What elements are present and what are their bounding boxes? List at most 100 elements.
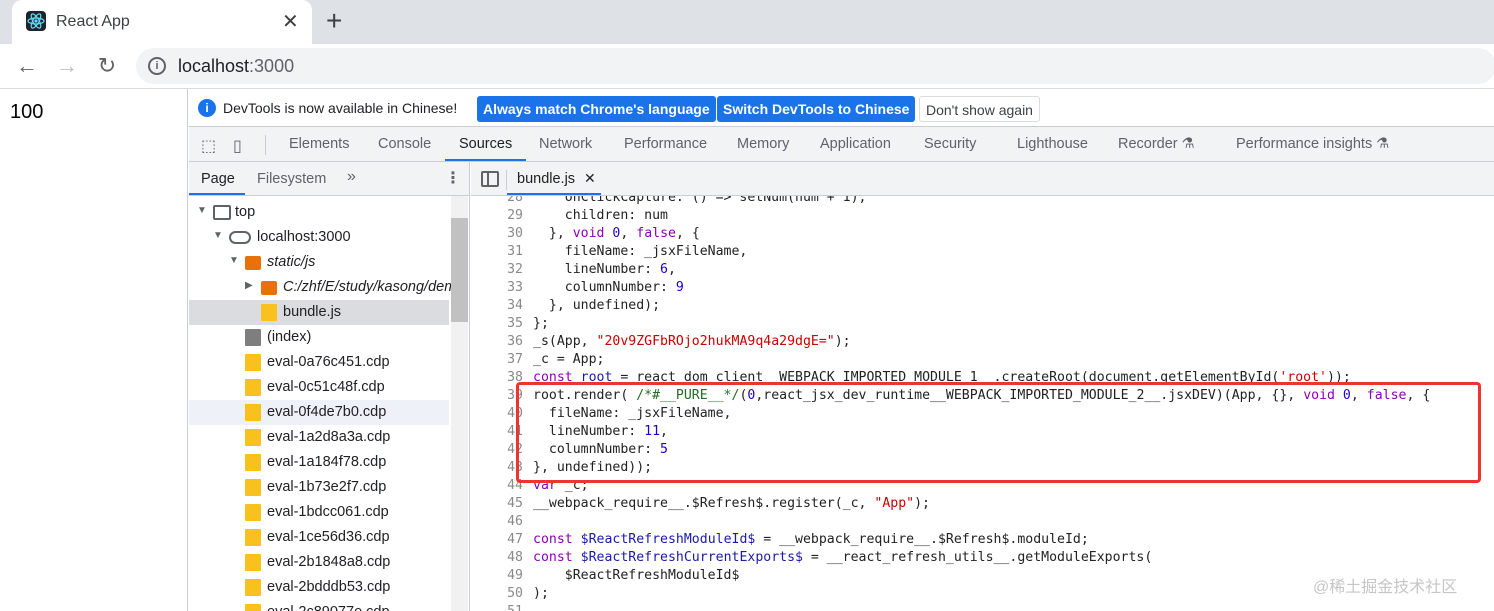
code-line[interactable]: 36 _s(App, "20v9ZGFbROjo2hukMA9q4a29dgE="… xyxy=(471,333,1494,351)
tab-performance[interactable]: Performance xyxy=(624,136,707,152)
tab-title: React App xyxy=(56,13,130,30)
tab-lighthouse[interactable]: Lighthouse xyxy=(1017,136,1088,152)
tab-console[interactable]: Console xyxy=(378,136,431,152)
tree-item[interactable]: (index) xyxy=(189,325,449,350)
line-number[interactable]: 51 xyxy=(471,603,523,611)
device-toolbar-icon[interactable]: ▯ xyxy=(233,136,242,156)
inspect-element-icon[interactable]: ⬚ xyxy=(201,136,216,156)
line-number[interactable]: 50 xyxy=(471,585,523,603)
line-number[interactable]: 30 xyxy=(471,225,523,243)
tree-item[interactable]: eval-0f4de7b0.cdp xyxy=(189,400,449,425)
code-line[interactable]: 37 _c = App; xyxy=(471,351,1494,369)
page-counter-text[interactable]: 100 xyxy=(10,101,43,124)
tab-close-icon[interactable]: ✕ xyxy=(282,9,299,34)
tree-item[interactable]: ▼ localhost:3000 xyxy=(189,225,449,250)
switch-to-chinese-button[interactable]: Switch DevTools to Chinese xyxy=(717,96,916,122)
address-bar[interactable]: i localhost:3000 xyxy=(136,48,1494,84)
tree-item[interactable]: eval-2bdddb53.cdp xyxy=(189,575,449,600)
forward-button[interactable]: → xyxy=(52,52,82,80)
code-line[interactable]: 46 xyxy=(471,513,1494,531)
tree-item[interactable]: eval-1b73e2f7.cdp xyxy=(189,475,449,500)
code-line[interactable]: 34 }, undefined); xyxy=(471,297,1494,315)
tree-item[interactable]: eval-1a2d8a3a.cdp xyxy=(189,425,449,450)
tree-item[interactable]: ▼ top xyxy=(189,200,449,225)
line-number[interactable]: 46 xyxy=(471,513,523,531)
line-number[interactable]: 35 xyxy=(471,315,523,333)
tab-filesystem[interactable]: Filesystem xyxy=(257,171,326,187)
line-number[interactable]: 37 xyxy=(471,351,523,369)
expanded-arrow-icon[interactable]: ▼ xyxy=(229,255,239,266)
tab-security[interactable]: Security xyxy=(924,136,976,152)
tab-application[interactable]: Application xyxy=(820,136,891,152)
line-number[interactable]: 32 xyxy=(471,261,523,279)
separator xyxy=(506,170,507,190)
editor-tab-bundle-js[interactable]: bundle.js xyxy=(517,171,575,187)
line-number[interactable]: 47 xyxy=(471,531,523,549)
script-file-icon xyxy=(245,404,261,421)
script-file-icon xyxy=(245,454,261,471)
line-number[interactable]: 36 xyxy=(471,333,523,351)
code-line[interactable]: 35}; xyxy=(471,315,1494,333)
tab-performance-insights[interactable]: Performance insights ⚗ xyxy=(1236,136,1389,152)
tab-elements[interactable]: Elements xyxy=(289,136,349,152)
code-line[interactable]: 33 columnNumber: 9 xyxy=(471,279,1494,297)
new-tab-button[interactable]: + xyxy=(326,6,342,36)
folder-icon xyxy=(245,256,261,270)
collapsed-arrow-icon[interactable]: ▶ xyxy=(245,280,253,291)
code-line[interactable]: 45 __webpack_require__.$Refresh$.register… xyxy=(471,495,1494,513)
more-tabs-icon[interactable]: » xyxy=(347,168,356,186)
code-line[interactable]: 31 fileName: _jsxFileName, xyxy=(471,243,1494,261)
code-line[interactable]: 32 lineNumber: 6, xyxy=(471,261,1494,279)
code-line[interactable]: 51 xyxy=(471,603,1494,611)
tree-item[interactable]: eval-1ce56d36.cdp xyxy=(189,525,449,550)
code-line[interactable]: 48 const $ReactRefreshCurrentExports$ = _… xyxy=(471,549,1494,567)
devtools-infobar: i DevTools is now available in Chinese! … xyxy=(189,89,1494,127)
line-number[interactable]: 29 xyxy=(471,207,523,225)
expanded-arrow-icon[interactable]: ▼ xyxy=(213,230,223,241)
tree-item[interactable]: eval-1bdcc061.cdp xyxy=(189,500,449,525)
code-line[interactable]: 28 onClickCapture: () => setNum(num + 1)… xyxy=(471,196,1494,207)
tree-item[interactable]: eval-2b1848a8.cdp xyxy=(189,550,449,575)
line-number[interactable]: 34 xyxy=(471,297,523,315)
code-text: $ReactRefreshModuleId$ xyxy=(533,568,740,583)
tab-network[interactable]: Network xyxy=(539,136,592,152)
line-number[interactable]: 45 xyxy=(471,495,523,513)
code-text: fileName: _jsxFileName, xyxy=(533,244,748,259)
browser-tab[interactable]: React App ✕ xyxy=(12,0,312,44)
code-line[interactable]: 29 children: num xyxy=(471,207,1494,225)
tab-memory[interactable]: Memory xyxy=(737,136,789,152)
tree-item[interactable]: bundle.js xyxy=(189,300,449,325)
tab-page[interactable]: Page xyxy=(201,171,235,187)
reload-button[interactable]: ↻ xyxy=(92,52,122,80)
line-number[interactable]: 49 xyxy=(471,567,523,585)
tree-item[interactable]: eval-1a184f78.cdp xyxy=(189,450,449,475)
tab-sources[interactable]: Sources xyxy=(459,136,512,152)
expanded-arrow-icon[interactable]: ▼ xyxy=(197,205,207,216)
toggle-navigator-icon[interactable] xyxy=(481,171,499,187)
always-match-language-button[interactable]: Always match Chrome's language xyxy=(477,96,716,122)
more-options-icon[interactable]: ⋮ xyxy=(445,168,461,188)
tree-scrollbar-thumb[interactable] xyxy=(451,218,468,322)
tree-item[interactable]: eval-2c89077e.cdp xyxy=(189,600,449,611)
tab-recorder[interactable]: Recorder ⚗ xyxy=(1118,136,1195,152)
tree-item-label: eval-2bdddb53.cdp xyxy=(267,579,391,595)
active-tab-indicator xyxy=(189,193,245,195)
code-line[interactable]: 47 const $ReactRefreshModuleId$ = __webpa… xyxy=(471,531,1494,549)
tree-item[interactable]: ▼ static/js xyxy=(189,250,449,275)
tree-item[interactable]: eval-0a76c451.cdp xyxy=(189,350,449,375)
code-text: }; xyxy=(533,316,549,331)
close-editor-tab-icon[interactable]: ✕ xyxy=(584,170,596,187)
dont-show-again-button[interactable]: Don't show again xyxy=(919,96,1040,122)
code-line[interactable]: 30 }, void 0, false, { xyxy=(471,225,1494,243)
back-button[interactable]: ← xyxy=(12,52,42,80)
line-number[interactable]: 31 xyxy=(471,243,523,261)
code-text: }, void 0, false, { xyxy=(533,226,700,241)
line-number[interactable]: 48 xyxy=(471,549,523,567)
site-info-icon[interactable]: i xyxy=(148,57,166,75)
line-number[interactable]: 33 xyxy=(471,279,523,297)
tree-item[interactable]: eval-0c51c48f.cdp xyxy=(189,375,449,400)
tree-item-label: (index) xyxy=(267,329,312,345)
tree-item[interactable]: ▶ C:/zhf/E/study/kasong/demo xyxy=(189,275,464,300)
line-number[interactable]: 28 xyxy=(471,196,523,207)
script-file-icon xyxy=(245,604,261,611)
